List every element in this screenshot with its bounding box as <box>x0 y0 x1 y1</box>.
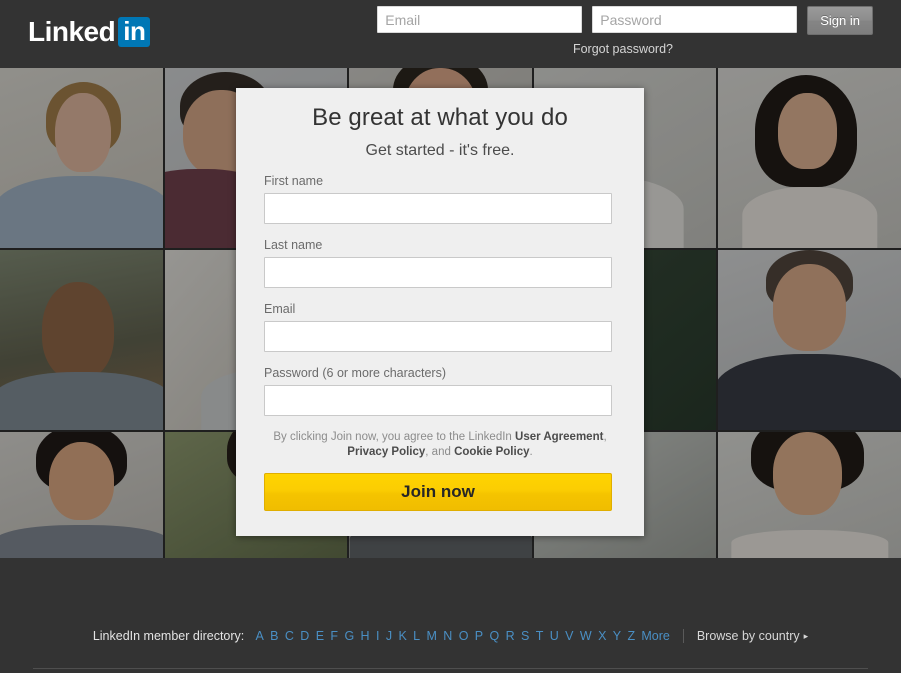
directory-letter-t[interactable]: T <box>533 629 547 643</box>
password-label: Password (6 or more characters) <box>264 366 447 380</box>
directory-letter-w[interactable]: W <box>577 629 595 643</box>
portrait-tile <box>0 68 163 248</box>
directory-letter-links: ABCDEFGHIJKLMNOPQRSTUVWXYZ <box>252 629 638 643</box>
directory-letter-q[interactable]: Q <box>486 629 502 643</box>
field-last-name: Last name <box>264 238 616 288</box>
field-first-name: First name <box>264 174 616 224</box>
signin-form: Sign in <box>377 6 873 35</box>
directory-letter-k[interactable]: K <box>395 629 410 643</box>
field-email: Email <box>264 302 616 352</box>
cookie-policy-link[interactable]: Cookie Policy <box>454 446 529 458</box>
directory-letter-x[interactable]: X <box>595 629 610 643</box>
signin-email-input[interactable] <box>377 6 583 33</box>
directory-letter-l[interactable]: L <box>410 629 423 643</box>
directory-letter-p[interactable]: P <box>472 629 487 643</box>
portrait-tile <box>0 432 163 558</box>
signup-title: Be great at what you do <box>312 104 568 131</box>
linkedin-signup-page: Linkedin Sign in Forgot password? Be gre… <box>0 0 901 673</box>
directory-letter-v[interactable]: V <box>562 629 577 643</box>
portrait-tile <box>718 68 901 248</box>
legal-sep-2: , and <box>425 446 455 458</box>
directory-letter-y[interactable]: Y <box>610 629 625 643</box>
linkedin-logo[interactable]: Linked in <box>28 16 151 47</box>
site-header: Linkedin Sign in Forgot password? <box>0 0 901 68</box>
directory-letter-f[interactable]: F <box>327 629 341 643</box>
first-name-input[interactable] <box>264 193 612 224</box>
footer-bottom-rule <box>33 668 868 669</box>
user-agreement-link[interactable]: User Agreement <box>515 431 603 443</box>
browse-by-country-link[interactable]: Browse by country ▸ <box>697 629 808 643</box>
directory-letter-j[interactable]: J <box>383 629 396 643</box>
password-input[interactable] <box>264 385 612 416</box>
forgot-password-link[interactable]: Forgot password? <box>573 42 673 56</box>
directory-letter-g[interactable]: G <box>341 629 357 643</box>
directory-letter-z[interactable]: Z <box>624 629 638 643</box>
directory-letter-s[interactable]: S <box>518 629 533 643</box>
signup-subtitle: Get started - it's free. <box>365 142 515 159</box>
directory-letter-e[interactable]: E <box>313 629 328 643</box>
portrait-tile <box>0 250 163 430</box>
directory-letter-c[interactable]: C <box>282 629 297 643</box>
directory-letter-n[interactable]: N <box>440 629 455 643</box>
signin-password-input[interactable] <box>592 6 798 33</box>
logo-badge: in <box>118 17 151 47</box>
member-directory-row: LinkedIn member directory: ABCDEFGHIJKLM… <box>0 629 901 643</box>
directory-more-link[interactable]: More <box>641 629 669 643</box>
email-label: Email <box>264 302 296 316</box>
first-name-label: First name <box>264 174 324 188</box>
directory-letter-b[interactable]: B <box>267 629 282 643</box>
email-input[interactable] <box>264 321 612 352</box>
directory-letter-h[interactable]: H <box>357 629 372 643</box>
chevron-right-icon: ▸ <box>803 631 809 641</box>
sign-in-button[interactable]: Sign in <box>807 6 873 35</box>
directory-letter-m[interactable]: M <box>423 629 440 643</box>
directory-letter-o[interactable]: O <box>456 629 472 643</box>
member-directory-label: LinkedIn member directory: <box>92 629 245 643</box>
privacy-policy-link[interactable]: Privacy Policy <box>347 446 425 458</box>
last-name-input[interactable] <box>264 257 612 288</box>
directory-letter-u[interactable]: U <box>547 629 562 643</box>
directory-letter-a[interactable]: A <box>252 629 267 643</box>
legal-suffix-text: . <box>529 446 533 458</box>
legal-sep-1: , <box>603 431 607 443</box>
directory-letter-r[interactable]: R <box>502 629 517 643</box>
directory-letter-i[interactable]: I <box>373 629 383 643</box>
legal-disclaimer: By clicking Join now, you agree to the L… <box>264 430 616 460</box>
signup-card: Be great at what you do Get started - it… <box>236 88 644 536</box>
portrait-tile <box>718 432 901 558</box>
legal-prefix-text: By clicking Join now, you agree to the L… <box>273 431 516 443</box>
site-footer <box>0 558 901 673</box>
footer-divider <box>682 629 684 643</box>
join-now-button[interactable]: Join now <box>264 473 612 511</box>
portrait-tile <box>718 250 901 430</box>
field-password: Password (6 or more characters) <box>264 366 616 416</box>
last-name-label: Last name <box>264 238 323 252</box>
logo-text: Linked <box>28 16 116 47</box>
browse-by-country-label: Browse by country <box>696 629 800 643</box>
directory-letter-d[interactable]: D <box>297 629 312 643</box>
